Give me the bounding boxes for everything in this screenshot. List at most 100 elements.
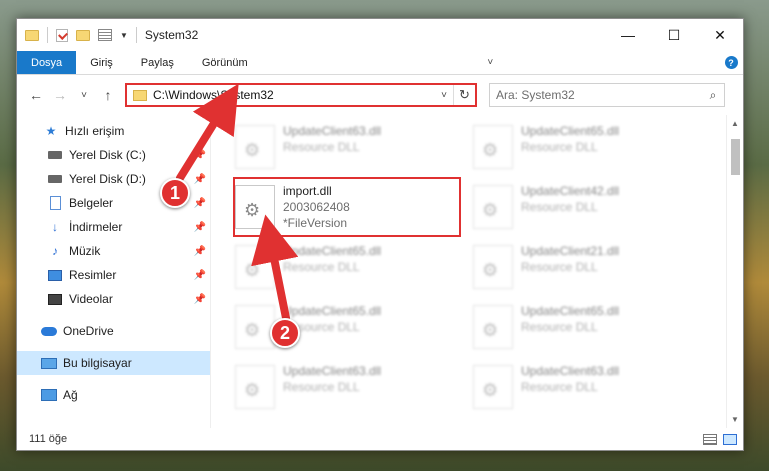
address-dropdown-icon[interactable]: ˅ bbox=[435, 90, 453, 101]
tab-gorunum[interactable]: Görünüm bbox=[188, 51, 262, 74]
recent-locations-button[interactable]: ˅ bbox=[73, 84, 95, 106]
step-1-badge: 1 bbox=[160, 178, 190, 208]
details-view-icon[interactable] bbox=[703, 433, 717, 445]
help-button[interactable]: ? bbox=[719, 51, 743, 74]
file-name: UpdateClient42.dll bbox=[521, 184, 620, 198]
list-item[interactable]: UpdateClient65.dll Resource DLL bbox=[473, 299, 693, 355]
list-item[interactable]: UpdateClient65.dllResource DLL bbox=[473, 119, 693, 175]
title-bar: ▼ System32 — ☐ ✕ bbox=[17, 19, 743, 51]
help-icon: ? bbox=[724, 56, 738, 69]
scroll-down-icon[interactable]: ▼ bbox=[727, 411, 743, 428]
close-button[interactable]: ✕ bbox=[697, 19, 743, 51]
tab-paylas[interactable]: Paylaş bbox=[127, 51, 188, 74]
star-icon: ★ bbox=[45, 124, 57, 138]
address-bar[interactable]: C:\Windows\System32 ˅ ↻ bbox=[125, 83, 477, 107]
sidebar-item-music[interactable]: ♪ Müzik 📌 bbox=[17, 239, 210, 263]
file-name: UpdateClient63.dll bbox=[521, 364, 620, 378]
list-item[interactable]: UpdateClient63.dll Resource DLL bbox=[473, 359, 693, 415]
pin-icon[interactable]: 📌 bbox=[194, 198, 206, 209]
step-2-badge: 2 bbox=[270, 318, 300, 348]
minimize-button[interactable]: — bbox=[605, 19, 651, 51]
customize-toolbar-chevron-icon[interactable]: ▼ bbox=[120, 31, 128, 40]
file-description: Resource DLL bbox=[283, 140, 360, 154]
pin-icon[interactable]: 📌 bbox=[194, 294, 206, 305]
view-switcher bbox=[703, 433, 737, 445]
cloud-icon bbox=[41, 326, 57, 336]
list-item[interactable]: UpdateClient65.dllResource DLL bbox=[235, 299, 455, 355]
scroll-up-icon[interactable]: ▲ bbox=[727, 115, 743, 132]
sidebar-item-this-pc[interactable]: Bu bilgisayar bbox=[17, 351, 210, 375]
document-icon bbox=[49, 196, 61, 210]
dll-file-icon bbox=[235, 305, 275, 349]
tab-dosya[interactable]: Dosya bbox=[17, 51, 77, 74]
file-name: UpdateClient63.dll bbox=[283, 124, 382, 138]
status-bar: 111 öğe bbox=[17, 428, 743, 450]
file-name: UpdateClient65.dll bbox=[283, 304, 382, 318]
sidebar-item-onedrive[interactable]: OneDrive bbox=[17, 319, 210, 343]
search-input[interactable]: Ara: System32 ⌕ bbox=[489, 83, 725, 107]
drive-icon bbox=[48, 175, 62, 183]
dll-file-icon bbox=[473, 125, 513, 169]
dll-file-icon bbox=[235, 245, 275, 289]
properties-check-icon[interactable] bbox=[56, 28, 68, 42]
pin-icon[interactable]: 📌 bbox=[194, 222, 206, 233]
forward-button[interactable]: → bbox=[49, 84, 71, 106]
navigation-bar: ← → ˅ ↑ C:\Windows\System32 ˅ ↻ Ara: Sys… bbox=[17, 75, 743, 115]
dll-file-icon bbox=[473, 245, 513, 289]
file-name: UpdateClient63.dll bbox=[283, 364, 382, 378]
sidebar-item-pictures[interactable]: Resimler 📌 bbox=[17, 263, 210, 287]
scrollbar-thumb[interactable] bbox=[731, 139, 740, 175]
up-button[interactable]: ↑ bbox=[97, 84, 119, 106]
dll-file-icon bbox=[473, 305, 513, 349]
pin-icon[interactable]: 📌 bbox=[194, 150, 206, 161]
network-icon bbox=[41, 389, 57, 401]
ribbon-expand-button[interactable]: ˅ bbox=[478, 51, 502, 74]
sidebar-item-local-disk-c[interactable]: Yerel Disk (C:) 📌 bbox=[17, 143, 210, 167]
videos-icon bbox=[48, 293, 62, 305]
folder-icon bbox=[133, 89, 147, 101]
pin-icon[interactable]: 📌 bbox=[194, 174, 206, 185]
navigation-pane: ★ Hızlı erişim Yerel Disk (C:) 📌 Yerel D… bbox=[17, 115, 211, 428]
sidebar-item-label: Yerel Disk (C:) bbox=[69, 148, 146, 162]
pin-icon[interactable]: 📌 bbox=[194, 270, 206, 281]
window-title: System32 bbox=[144, 28, 199, 42]
search-icon[interactable]: ⌕ bbox=[702, 88, 724, 103]
vertical-scrollbar[interactable]: ▲ ▼ bbox=[726, 115, 743, 428]
file-description: Resource DLL bbox=[521, 320, 598, 334]
file-description: Resource DLL bbox=[521, 380, 598, 394]
maximize-button[interactable]: ☐ bbox=[651, 19, 697, 51]
back-button[interactable]: ← bbox=[25, 84, 47, 106]
toolbar-divider bbox=[47, 27, 48, 43]
pin-icon[interactable]: 📌 bbox=[194, 246, 206, 257]
new-folder-icon[interactable] bbox=[76, 29, 90, 41]
address-path[interactable]: C:\Windows\System32 bbox=[153, 88, 435, 102]
list-item[interactable]: UpdateClient21.dll Resource DLL bbox=[473, 239, 693, 295]
sidebar-item-label: Müzik bbox=[69, 244, 101, 258]
file-description: Resource DLL bbox=[521, 260, 598, 274]
sidebar-item-label: Videolar bbox=[69, 292, 113, 306]
sidebar-item-label: OneDrive bbox=[63, 324, 114, 338]
sidebar-item-network[interactable]: Ağ bbox=[17, 383, 210, 407]
large-icons-view-icon[interactable] bbox=[723, 433, 737, 445]
file-name: UpdateClient65.dll bbox=[521, 124, 620, 138]
sidebar-item-videos[interactable]: Videolar 📌 bbox=[17, 287, 210, 311]
sidebar-item-label: Ağ bbox=[63, 388, 78, 402]
computer-icon bbox=[41, 357, 57, 369]
sidebar-item-label: Resimler bbox=[69, 268, 117, 282]
view-options-icon[interactable] bbox=[98, 29, 112, 41]
drive-icon bbox=[48, 151, 62, 159]
dll-file-icon bbox=[235, 125, 275, 169]
file-description: Resource DLL bbox=[283, 380, 360, 394]
list-item[interactable]: UpdateClient42.dll Resource DLL bbox=[473, 179, 693, 235]
sidebar-item-quick-access[interactable]: ★ Hızlı erişim bbox=[17, 119, 210, 143]
file-name: UpdateClient65.dll bbox=[521, 304, 620, 318]
sidebar-item-downloads[interactable]: ↓ İndirmeler 📌 bbox=[17, 215, 210, 239]
list-item[interactable]: UpdateClient63.dll Resource DLL bbox=[235, 359, 455, 415]
music-icon: ♪ bbox=[52, 244, 58, 258]
dll-file-icon bbox=[473, 365, 513, 409]
list-item[interactable]: UpdateClient63.dll Resource DLL bbox=[235, 119, 455, 175]
item-count: 111 öğe bbox=[29, 433, 68, 445]
refresh-button[interactable]: ↻ bbox=[453, 85, 475, 105]
list-item[interactable]: UpdateClient65.dllResource DLL bbox=[235, 239, 455, 295]
tab-giris[interactable]: Giriş bbox=[76, 51, 127, 74]
